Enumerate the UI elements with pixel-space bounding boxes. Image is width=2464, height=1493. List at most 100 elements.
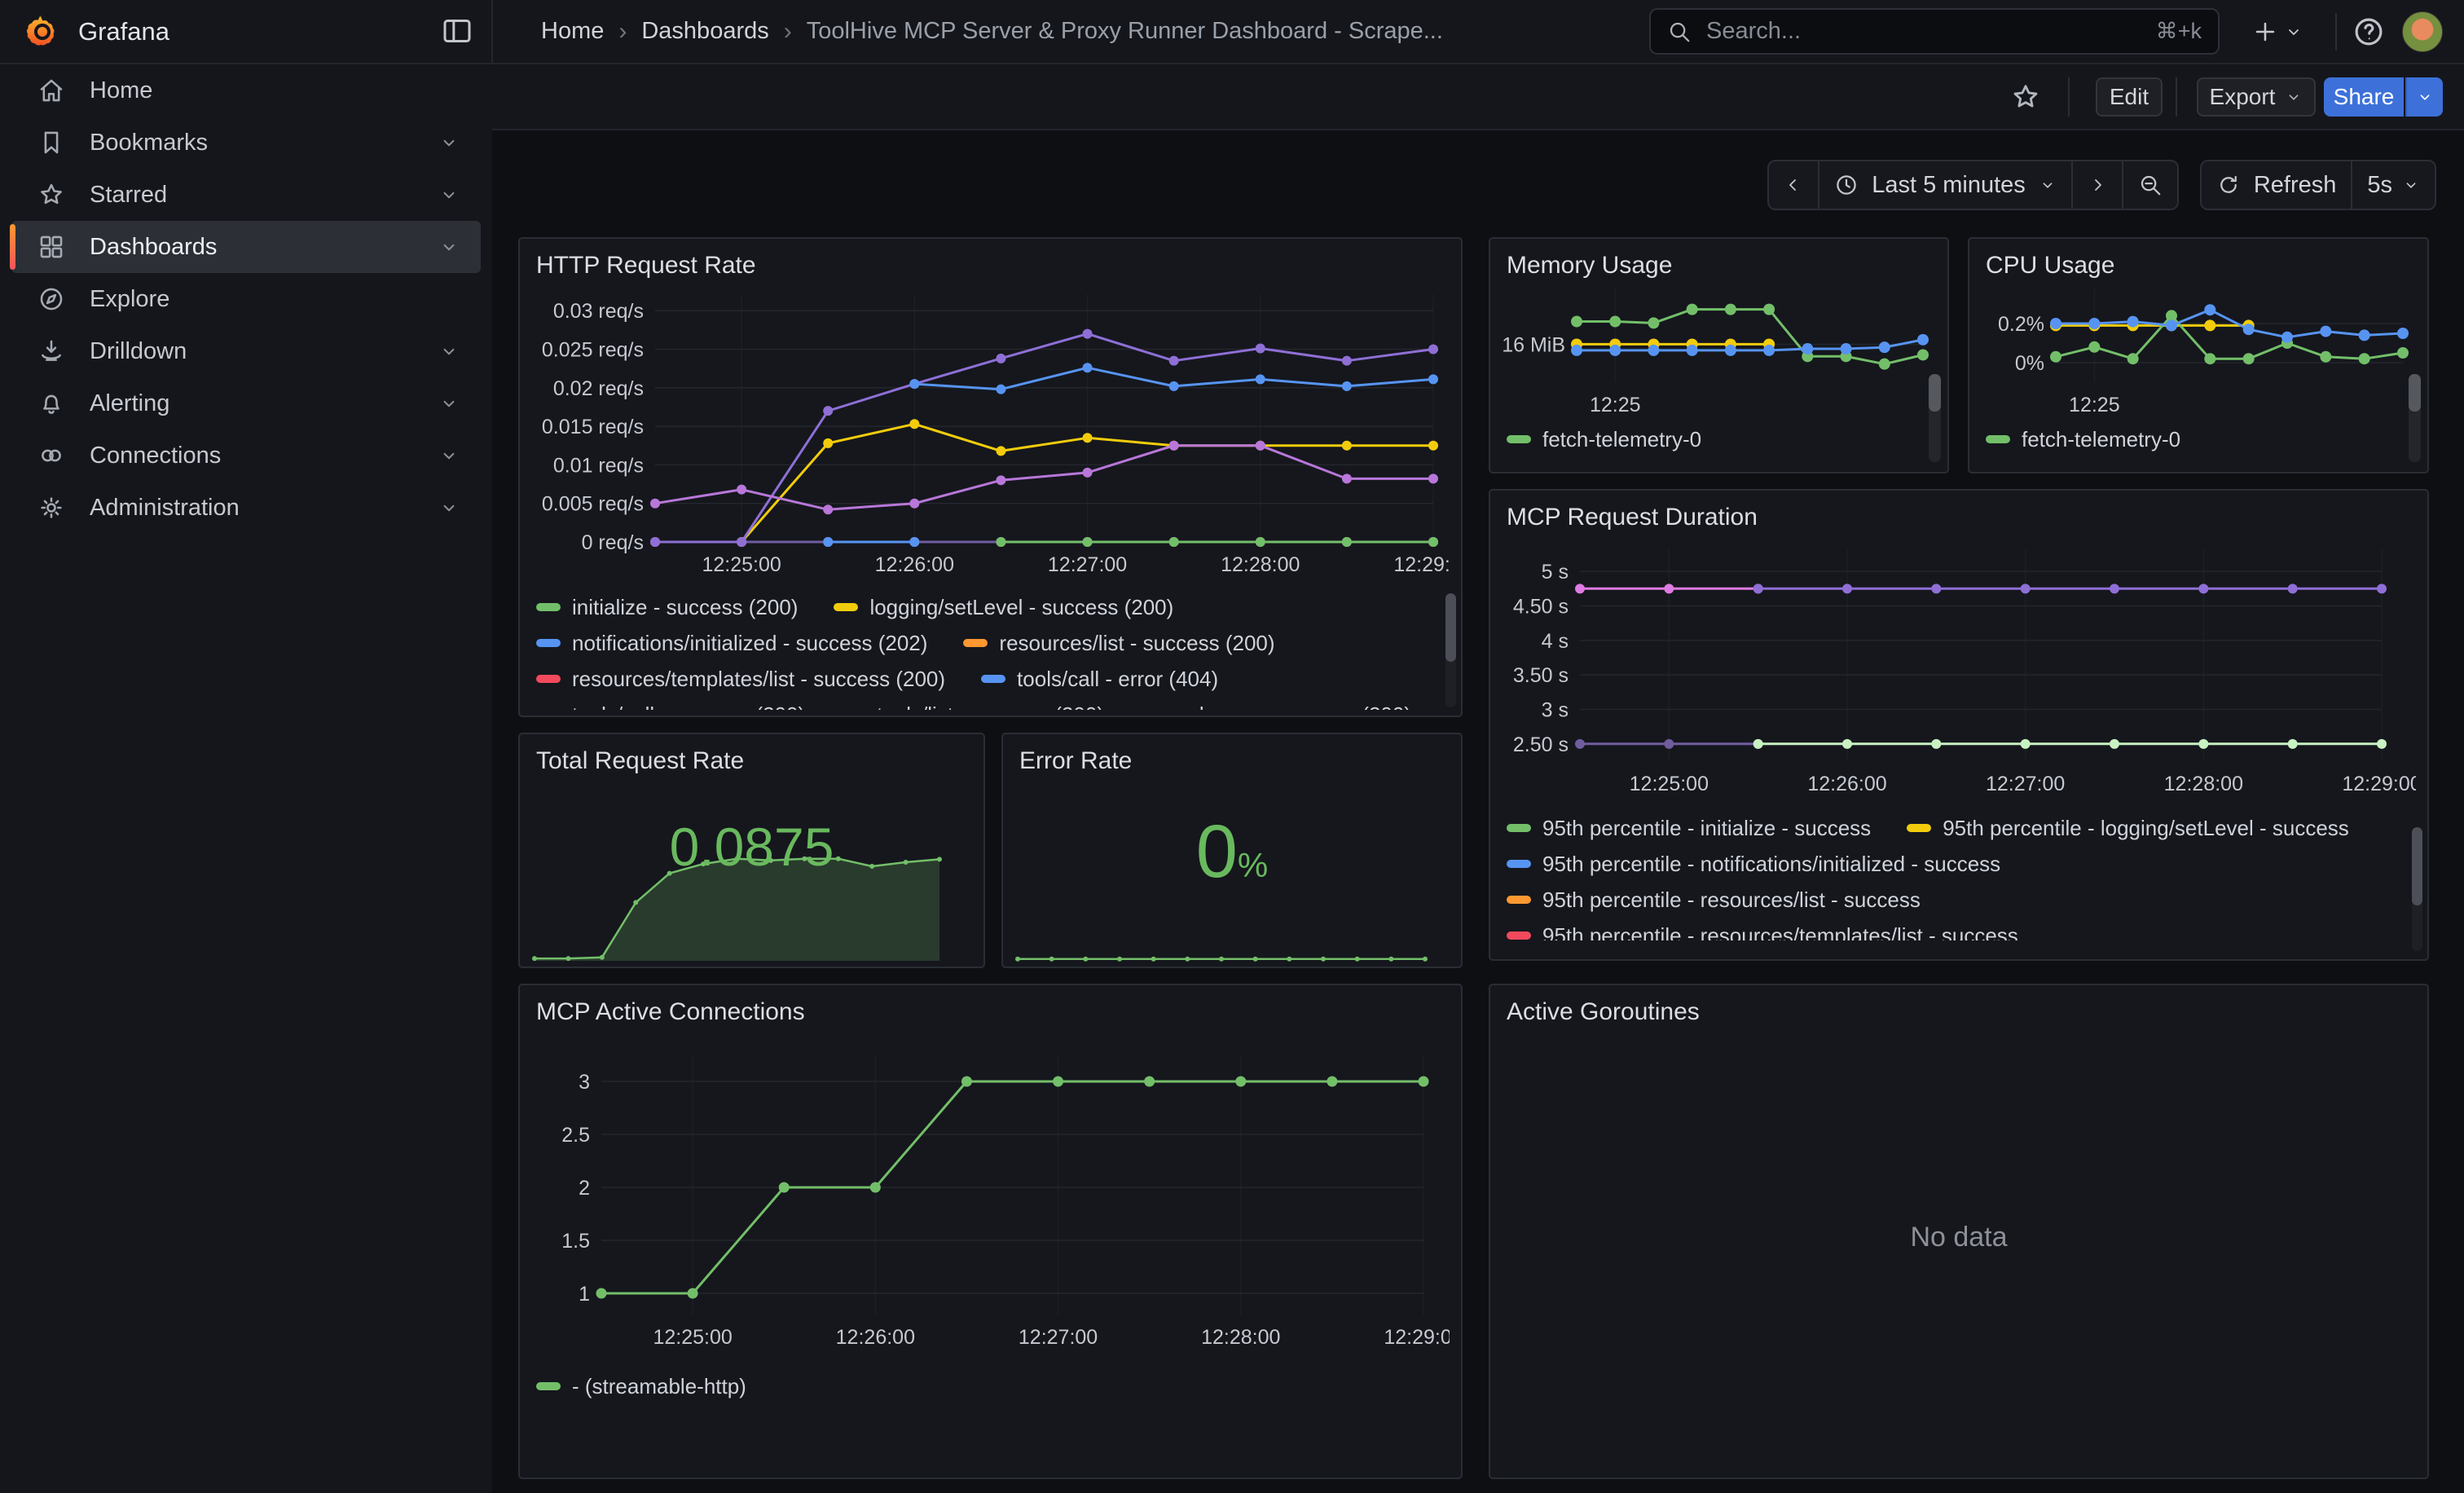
refresh-interval-picker[interactable]: 5s — [2352, 161, 2435, 209]
legend-item[interactable]: 95th percentile - initialize - success — [1507, 816, 1871, 841]
svg-text:12:27:00: 12:27:00 — [1019, 1326, 1098, 1349]
add-new-button[interactable] — [2242, 11, 2312, 52]
legend-item[interactable]: tools/call - error (404) — [981, 667, 1218, 692]
memory-usage-chart[interactable]: 12:2516 MiB — [1502, 280, 1947, 416]
time-back-button[interactable] — [1769, 161, 1819, 209]
scrollbar-thumb[interactable] — [2412, 827, 2422, 905]
refresh-icon — [2216, 173, 2241, 197]
export-label: Export — [2210, 84, 2276, 110]
legend-item[interactable]: 95th percentile - resources/templates/li… — [1507, 923, 2018, 941]
scrollbar-thumb[interactable] — [2409, 374, 2421, 412]
edit-button[interactable]: Edit — [2096, 77, 2163, 117]
star-dashboard-icon[interactable] — [2009, 81, 2042, 113]
chevron-down-icon — [2039, 176, 2057, 194]
error-rate-number: 0 — [1196, 810, 1238, 893]
sidebar-item-drilldown[interactable]: Drilldown — [11, 325, 481, 377]
toolbar-divider — [2068, 77, 2070, 117]
svg-text:3 s: 3 s — [1542, 699, 1569, 722]
http-request-rate-chart[interactable]: 12:25:0012:26:0012:27:0012:28:0012:29:00… — [531, 281, 1461, 584]
legend-label: unknown - success (200) — [1176, 702, 1411, 711]
avatar[interactable] — [2402, 11, 2443, 52]
panel-title[interactable]: Total Request Rate — [520, 734, 983, 775]
sidebar-item-bookmarks[interactable]: Bookmarks — [11, 117, 481, 169]
svg-text:0.025 req/s: 0.025 req/s — [542, 338, 644, 361]
legend-item[interactable]: resources/list - success (200) — [963, 631, 1274, 656]
scrollbar-thumb[interactable] — [1929, 374, 1941, 412]
scrollbar-thumb[interactable] — [1445, 593, 1456, 662]
refresh-button[interactable]: Refresh — [2202, 161, 2353, 209]
refresh-interval-label: 5s — [2367, 172, 2392, 199]
svg-text:2.50 s: 2.50 s — [1513, 733, 1569, 756]
grid-icon — [37, 233, 65, 261]
legend-item[interactable]: tools/call - success (200) — [536, 702, 805, 711]
search-input[interactable] — [1705, 17, 2156, 46]
error-rate-sparkline[interactable] — [1014, 947, 1453, 962]
legend-item[interactable]: tools/list - success (200) — [841, 702, 1104, 711]
sidebar-item-label: Bookmarks — [90, 130, 208, 156]
svg-text:5 s: 5 s — [1542, 561, 1569, 584]
legend-item[interactable]: initialize - success (200) — [536, 595, 798, 620]
chevron-down-icon — [438, 341, 460, 362]
header-divider — [2335, 13, 2337, 51]
sidebar-item-label: Alerting — [90, 390, 169, 417]
svg-text:1: 1 — [579, 1283, 590, 1306]
chevron-down-icon — [438, 497, 460, 518]
legend-item[interactable]: 95th percentile - resources/list - succe… — [1507, 887, 1921, 913]
svg-text:3.50 s: 3.50 s — [1513, 664, 1569, 687]
export-button[interactable]: Export — [2197, 77, 2316, 117]
sidebar-item-administration[interactable]: Administration — [11, 482, 481, 534]
time-forward-button[interactable] — [2073, 161, 2123, 209]
zoom-out-button[interactable] — [2123, 161, 2177, 209]
legend-item[interactable]: 95th percentile - notifications/initiali… — [1507, 852, 2000, 877]
panel-title[interactable]: MCP Active Connections — [520, 985, 1461, 1026]
svg-text:12:29:00: 12:29:00 — [1393, 553, 1450, 576]
sidebar-item-starred[interactable]: Starred — [11, 169, 481, 221]
breadcrumb-separator: › — [618, 18, 627, 46]
panel-title[interactable]: Active Goroutines — [1490, 985, 2427, 1026]
sidebar-toggle-icon[interactable] — [440, 15, 474, 47]
chevron-down-icon — [438, 445, 460, 466]
sidebar-item-dashboards[interactable]: Dashboards — [11, 221, 481, 273]
mcp-request-duration-chart[interactable]: 12:25:0012:26:0012:27:0012:28:0012:29:00… — [1502, 536, 2427, 805]
cpu-usage-chart[interactable]: 12:250.2%0% — [1981, 280, 2427, 416]
legend-item[interactable]: fetch-telemetry-0 — [1507, 427, 1701, 452]
legend-item[interactable]: resources/templates/list - success (200) — [536, 667, 945, 692]
svg-text:1.5: 1.5 — [561, 1230, 590, 1253]
panel-active-goroutines: Active Goroutines No data — [1489, 984, 2429, 1479]
sidebar-item-label: Explore — [90, 286, 169, 313]
share-button[interactable]: Share — [2324, 77, 2404, 117]
legend-item[interactable]: unknown - success (200) — [1140, 702, 1411, 711]
sidebar-item-connections[interactable]: Connections — [11, 429, 481, 482]
error-rate-value: 0% — [1003, 809, 1461, 895]
header-divider — [491, 0, 493, 63]
help-icon[interactable] — [2350, 13, 2387, 51]
mcp-active-connections-chart[interactable]: 12:25:0012:26:0012:27:0012:28:0012:29:00… — [531, 1037, 1461, 1363]
breadcrumb-dashboards[interactable]: Dashboards — [641, 18, 768, 45]
legend-item[interactable]: - (streamable-http) — [536, 1374, 746, 1399]
svg-text:12:28:00: 12:28:00 — [1221, 553, 1300, 576]
legend-item[interactable]: fetch-telemetry-0 — [1986, 427, 2180, 452]
sidebar-item-explore[interactable]: Explore — [11, 273, 481, 325]
breadcrumb-home[interactable]: Home — [541, 18, 604, 45]
legend-item[interactable]: logging/setLevel - success (200) — [834, 595, 1173, 620]
legend-item[interactable]: 95th percentile - logging/setLevel - suc… — [1907, 816, 2349, 841]
legend-swatch — [536, 675, 561, 683]
panel-title[interactable]: HTTP Request Rate — [520, 239, 1461, 280]
legend-item[interactable]: notifications/initialized - success (202… — [536, 631, 927, 656]
panel-title[interactable]: MCP Request Duration — [1490, 491, 2427, 531]
bell-icon — [37, 390, 65, 417]
sidebar-item-home[interactable]: Home — [11, 64, 481, 117]
search-input-container[interactable]: ⌘+k — [1649, 8, 2220, 55]
time-range-picker[interactable]: Last 5 minutes — [1819, 161, 2073, 209]
share-dropdown-button[interactable] — [2405, 77, 2443, 117]
svg-text:12:28:00: 12:28:00 — [1201, 1326, 1280, 1349]
toolbar-divider — [2176, 77, 2177, 117]
svg-text:12:26:00: 12:26:00 — [1807, 773, 1886, 795]
panel-title[interactable]: CPU Usage — [1969, 239, 2427, 280]
panel-title[interactable]: Error Rate — [1003, 734, 1461, 775]
svg-text:16 MiB: 16 MiB — [1502, 333, 1565, 356]
svg-text:2.5: 2.5 — [561, 1124, 590, 1147]
panel-title[interactable]: Memory Usage — [1490, 239, 1947, 280]
sidebar-item-alerting[interactable]: Alerting — [11, 377, 481, 429]
legend-swatch — [1507, 824, 1531, 832]
